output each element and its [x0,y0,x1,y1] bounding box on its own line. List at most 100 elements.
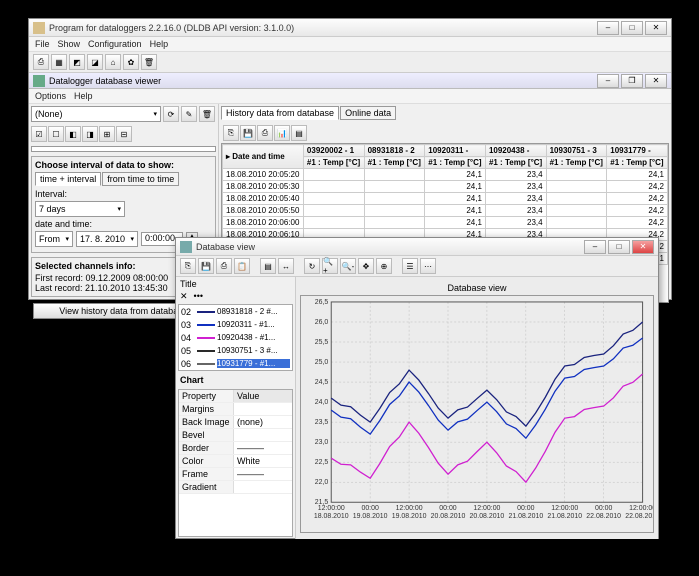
ct-btn-12[interactable]: ☰ [402,258,418,274]
maximize-button[interactable]: □ [621,21,643,35]
menu-file[interactable]: File [35,39,50,49]
ct-btn-3[interactable]: ⎙ [216,258,232,274]
col-header[interactable]: 03920002 - 1 [303,145,364,157]
hist-tool-2[interactable]: 💾 [240,125,256,141]
ct-btn-9[interactable]: 🔍- [340,258,356,274]
toolbar-btn-4[interactable]: ◪ [87,54,103,70]
from-combo[interactable]: From [35,231,73,247]
chart-area[interactable]: Database view 21,522,022,523,023,524,024… [296,277,658,539]
date-input[interactable]: 17. 8. 2010 [76,231,138,247]
device-tree[interactable]: −▣ Database−▣ 03920002 - 1⊸ #1 : Temp [°… [31,146,216,152]
sub-header[interactable]: #1 : Temp [°C] [546,157,607,169]
tree-btn-3[interactable]: 🗑 [199,106,215,122]
close-button[interactable]: ✕ [645,21,667,35]
series-label[interactable]: 10930751 - 3 #... [217,346,290,355]
col-header[interactable]: 10931779 - [607,145,668,157]
col-header[interactable]: 10920311 - [425,145,486,157]
sub-header[interactable]: #1 : Temp [°C] [303,157,364,169]
tree-tool-3[interactable]: ◧ [65,126,81,142]
ct-btn-10[interactable]: ✥ [358,258,374,274]
prop-value[interactable]: White [234,455,292,467]
hist-tool-3[interactable]: ⎙ [257,125,273,141]
sub-header[interactable]: #1 : Temp [°C] [425,157,486,169]
toolbar-btn-7[interactable]: 🗑 [141,54,157,70]
tree-tool-6[interactable]: ⊟ [116,126,132,142]
sub-header[interactable]: #1 : Temp [°C] [607,157,668,169]
main-title: Program for dataloggers 2.2.16.0 (DLDB A… [49,23,597,33]
col-header[interactable]: 10930751 - 3 [546,145,607,157]
interval-combo[interactable]: 7 days [35,201,125,217]
series-num: 02 [181,307,191,317]
chart-window: Database view – □ ✕ ⎘ 💾 ⎙ 📋 ▤ ↔ ↻ 🔍+ 🔍- … [175,237,659,539]
toolbar-btn-5[interactable]: ⌂ [105,54,121,70]
tab-history-data[interactable]: History data from database [221,106,339,120]
tree-tool-5[interactable]: ⊞ [99,126,115,142]
property-grid[interactable]: Property Value MarginsBack Image(none)Be… [178,389,293,537]
ct-btn-6[interactable]: ↔ [278,258,294,274]
prop-value[interactable]: (none) [234,416,292,428]
chart-min-button[interactable]: – [584,240,606,254]
chart-close-button[interactable]: ✕ [632,240,654,254]
prop-value[interactable] [234,481,292,493]
svg-text:21.08.2010: 21.08.2010 [508,513,543,520]
tab-online-data[interactable]: Online data [340,106,396,120]
tree-tool-4[interactable]: ◨ [82,126,98,142]
ct-btn-1[interactable]: ⎘ [180,258,196,274]
viewer-restore-button[interactable]: ❐ [621,74,643,88]
series-col-dot: ••• [194,291,203,302]
viewer-close-button[interactable]: ✕ [645,74,667,88]
series-label[interactable]: 10920311 - #1... [217,320,290,329]
prop-value[interactable]: ——— [234,442,292,454]
viewer-min-button[interactable]: – [597,74,619,88]
series-list[interactable]: 0208931818 - 2 #...0310920311 - #1...041… [178,304,293,371]
series-swatch [197,324,215,326]
tab-from-to[interactable]: from time to time [102,172,179,186]
minimize-button[interactable]: – [597,21,619,35]
prop-value[interactable] [234,403,292,415]
toolbar-btn-3[interactable]: ◩ [69,54,85,70]
toolbar-btn-2[interactable]: ▦ [51,54,67,70]
cell-value: 24,2 [607,181,668,193]
menu-show[interactable]: Show [58,39,81,49]
ct-btn-4[interactable]: 📋 [234,258,250,274]
series-label[interactable]: 10920438 - #1... [217,333,290,342]
menu-help-viewer[interactable]: Help [74,91,93,101]
cell-value: 23,4 [485,169,546,181]
ct-btn-2[interactable]: 💾 [198,258,214,274]
toolbar-btn-6[interactable]: ✿ [123,54,139,70]
chart-plot[interactable]: 21,522,022,523,023,524,024,525,025,526,0… [300,295,654,533]
cell-value [303,169,364,181]
toolbar-btn-1[interactable]: ⎙ [33,54,49,70]
device-combo[interactable]: (None) [31,106,161,122]
hist-tool-5[interactable]: ▤ [291,125,307,141]
menu-configuration[interactable]: Configuration [88,39,142,49]
series-label[interactable]: 10931779 - #1... [217,359,290,368]
col-header[interactable]: 08931818 - 2 [364,145,425,157]
tree-btn-2[interactable]: ✎ [181,106,197,122]
menu-help[interactable]: Help [150,39,169,49]
prop-value[interactable] [234,429,292,441]
cell-value [546,217,607,229]
hist-tool-1[interactable]: ⎘ [223,125,239,141]
tree-tool-2[interactable]: ☐ [48,126,64,142]
ct-btn-5[interactable]: ▤ [260,258,276,274]
tree-expand-icon[interactable]: − [34,151,43,153]
menu-options[interactable]: Options [35,91,66,101]
chart-icon [180,241,192,253]
ct-btn-11[interactable]: ⊕ [376,258,392,274]
ct-btn-13[interactable]: ⋯ [420,258,436,274]
tree-tool-1[interactable]: ☑ [31,126,47,142]
chart-max-button[interactable]: □ [608,240,630,254]
interval-label: Interval: [35,189,212,199]
col-header[interactable]: 10920438 - [485,145,546,157]
ct-btn-8[interactable]: 🔍+ [322,258,338,274]
ct-btn-7[interactable]: ↻ [304,258,320,274]
tab-time-interval[interactable]: time + interval [35,172,101,186]
hist-tool-4[interactable]: 📊 [274,125,290,141]
sub-header[interactable]: #1 : Temp [°C] [485,157,546,169]
prop-value[interactable]: ——— [234,468,292,480]
tree-btn-1[interactable]: ⟳ [163,106,179,122]
sub-header[interactable]: #1 : Temp [°C] [364,157,425,169]
series-label[interactable]: 08931818 - 2 #... [217,307,290,316]
tree-root[interactable]: Database [56,150,95,152]
